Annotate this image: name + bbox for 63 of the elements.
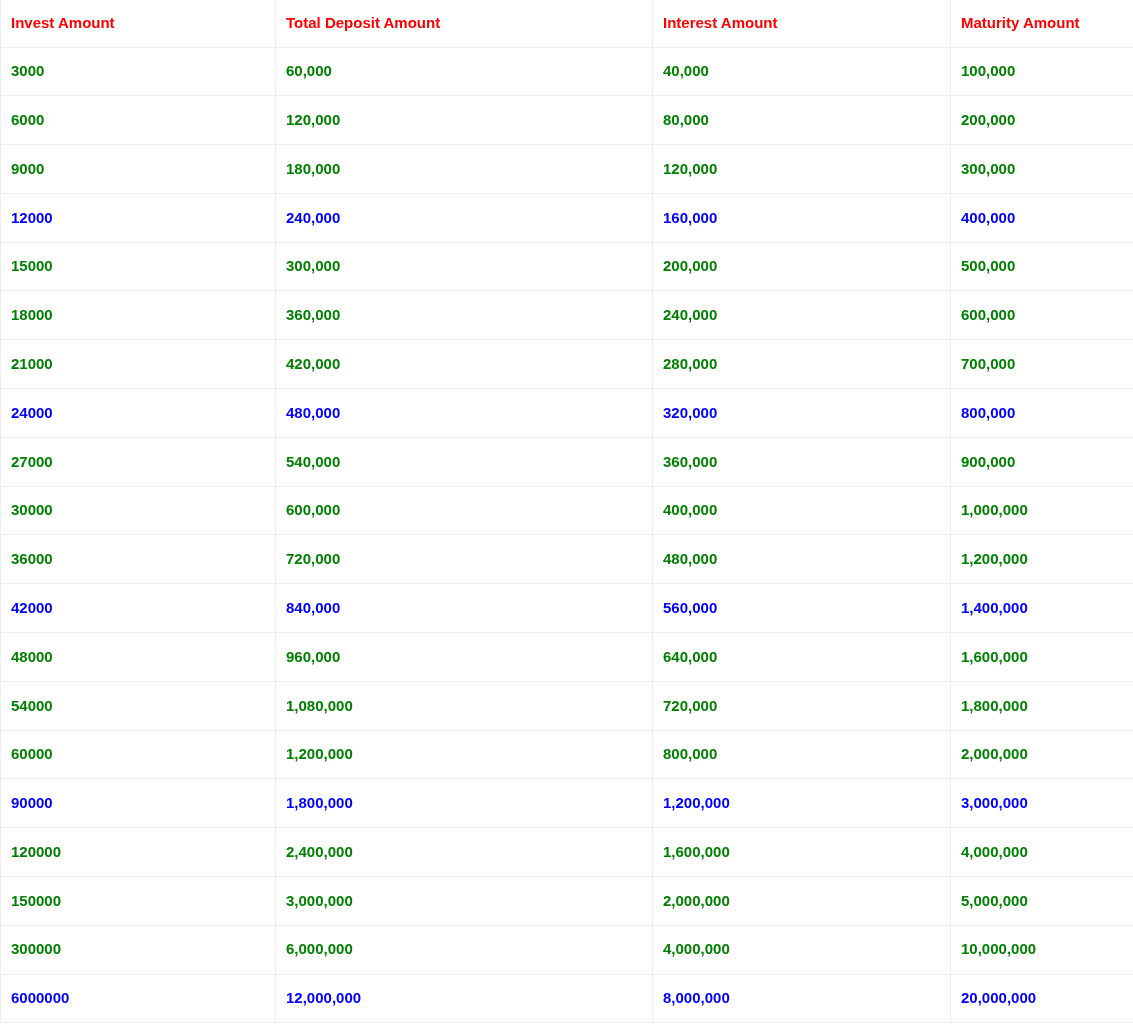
table-cell: 600,000 <box>275 486 653 535</box>
table-cell: 60000 <box>0 730 276 779</box>
table-cell: 960,000 <box>275 632 653 682</box>
table-cell: 1,200,000 <box>275 730 653 779</box>
table-cell: 480,000 <box>275 388 653 438</box>
table-cell: 720,000 <box>652 681 951 731</box>
table-cell: 160,000 <box>652 193 951 243</box>
table-cell: 36000 <box>0 534 276 584</box>
table-cell: 48000 <box>0 632 276 682</box>
table-cell: 540,000 <box>275 437 653 487</box>
table-cell: 120,000 <box>652 144 951 194</box>
table-cell: 6000000 <box>0 974 276 1023</box>
table-cell: 420,000 <box>275 339 653 389</box>
table-cell: 3,000,000 <box>275 876 653 926</box>
table-cell: 240,000 <box>275 193 653 243</box>
table-cell: 24000 <box>0 388 276 438</box>
table-cell: 3000 <box>0 47 276 96</box>
table-cell: 12000 <box>0 193 276 243</box>
table-cell: 4,000,000 <box>652 925 951 975</box>
table-cell: 6000 <box>0 95 276 145</box>
column-header: Total Deposit Amount <box>275 0 653 47</box>
table-cell: 180,000 <box>275 144 653 194</box>
table-cell: 120000 <box>0 827 276 877</box>
table-cell: 90000 <box>0 778 276 828</box>
table-cell: 560,000 <box>652 583 951 633</box>
table-cell: 60,000 <box>275 47 653 96</box>
table-cell: 2,000,000 <box>652 876 951 926</box>
table-cell: 120,000 <box>275 95 653 145</box>
table-cell: 12,000,000 <box>275 974 653 1023</box>
table-cell: 1,600,000 <box>652 827 951 877</box>
table-cell: 21000 <box>0 339 276 389</box>
table-cell: 1,800,000 <box>275 778 653 828</box>
table-cell: 640,000 <box>652 632 951 682</box>
table-cell: 40,000 <box>652 47 951 96</box>
table-cell: 480,000 <box>652 534 951 584</box>
table-cell: 360,000 <box>275 291 653 340</box>
table-cell: 9000 <box>0 144 276 194</box>
table-cell: 1,200,000 <box>652 778 951 828</box>
table-cell: 360,000 <box>652 437 951 487</box>
table-cell: 18000 <box>0 291 276 340</box>
table-cell: 720,000 <box>275 534 653 584</box>
table-cell: 30000 <box>0 486 276 535</box>
table-cell: 200,000 <box>652 242 951 291</box>
table-cell: 240,000 <box>652 291 951 340</box>
table-cell: 54000 <box>0 681 276 731</box>
table-cell: 840,000 <box>275 583 653 633</box>
column-header: Invest Amount <box>0 0 276 47</box>
column-header: Interest Amount <box>652 0 951 47</box>
table-cell: 280,000 <box>652 339 951 389</box>
table-cell: 6,000,000 <box>275 925 653 975</box>
table-cell: 300,000 <box>275 242 653 291</box>
table-cell: 300000 <box>0 925 276 975</box>
table-cell: 80,000 <box>652 95 951 145</box>
table-cell: 27000 <box>0 437 276 487</box>
table-cell: 800,000 <box>652 730 951 779</box>
table-cell: 42000 <box>0 583 276 633</box>
table-cell: 320,000 <box>652 388 951 438</box>
table-cell: 2,400,000 <box>275 827 653 877</box>
table-cell: 400,000 <box>652 486 951 535</box>
table-cell: 150000 <box>0 876 276 926</box>
table-cell: 15000 <box>0 242 276 291</box>
table-cell: 1,080,000 <box>275 681 653 731</box>
table-cell: 8,000,000 <box>652 974 951 1023</box>
